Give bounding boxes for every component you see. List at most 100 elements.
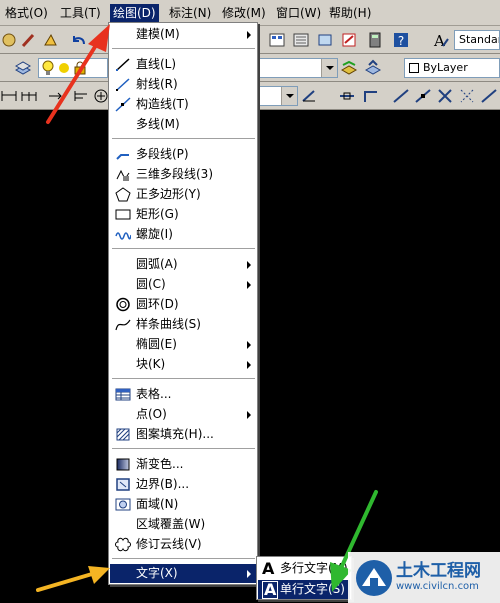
brush-icon[interactable] bbox=[20, 31, 38, 49]
tool-palette-icon[interactable] bbox=[292, 31, 310, 49]
dim-linear-icon[interactable] bbox=[0, 87, 18, 105]
draw-menu: 建模(M) 直线(L) 射线(R) 构造线(T) 多线(M) 多段线(P) 三维… bbox=[108, 22, 258, 585]
calculator-icon[interactable] bbox=[366, 31, 384, 49]
markup-icon[interactable] bbox=[340, 31, 358, 49]
make-current-icon[interactable] bbox=[340, 59, 358, 77]
menu-item-label: 三维多段线(3) bbox=[136, 167, 213, 181]
watermark-url: www.civilcn.com bbox=[396, 581, 479, 592]
menu-item-polyline[interactable]: 多段线(P) bbox=[110, 145, 257, 164]
snap-midpoint-icon[interactable] bbox=[362, 87, 380, 105]
polygon-icon bbox=[115, 187, 131, 202]
menu-item-line[interactable]: 直线(L) bbox=[110, 55, 257, 74]
menu-item-spline[interactable]: 样条曲线(S) bbox=[110, 315, 257, 334]
menu-separator bbox=[112, 248, 255, 250]
menu-item-label: 圆环(D) bbox=[136, 297, 179, 311]
submenu-arrow-icon bbox=[247, 570, 251, 578]
text-style-icon[interactable]: A bbox=[432, 31, 450, 49]
menu-item-label: 点(O) bbox=[136, 407, 167, 421]
menu-item-table[interactable]: 表格... bbox=[110, 385, 257, 404]
menu-separator bbox=[112, 138, 255, 140]
color-swatch bbox=[409, 63, 419, 73]
menu-item-label: 螺旋(I) bbox=[136, 227, 173, 241]
color-combo[interactable]: ByLayer bbox=[404, 58, 500, 78]
menu-item-label: 修订云线(V) bbox=[136, 537, 202, 551]
menu-separator bbox=[112, 378, 255, 380]
layer-manager-icon[interactable] bbox=[14, 59, 32, 77]
menu-item-xline[interactable]: 构造线(T) bbox=[110, 95, 257, 114]
open-icon[interactable] bbox=[0, 31, 18, 49]
menu-item-label: 图案填充(H)... bbox=[136, 427, 214, 441]
gradient-icon bbox=[116, 458, 130, 471]
text-style-value: Standar bbox=[459, 33, 500, 46]
menu-item-label: 直线(L) bbox=[136, 57, 177, 71]
menu-item-polygon[interactable]: 正多边形(Y) bbox=[110, 185, 257, 204]
menu-window[interactable]: 窗口(W) bbox=[273, 4, 324, 22]
menu-item-revcloud[interactable]: 修订云线(V) bbox=[110, 535, 257, 554]
dimstyle-combo[interactable] bbox=[258, 86, 298, 106]
menu-item-ray[interactable]: 射线(R) bbox=[110, 75, 257, 94]
menu-item-label: 文字(X) bbox=[136, 566, 178, 580]
snap-endpoint-icon[interactable] bbox=[338, 87, 356, 105]
menu-item-boundary[interactable]: 边界(B)... bbox=[110, 475, 257, 494]
submenu-arrow-icon bbox=[247, 261, 251, 269]
menu-item-helix[interactable]: 螺旋(I) bbox=[110, 225, 257, 244]
sheetset-icon[interactable] bbox=[316, 31, 334, 49]
menu-help[interactable]: 帮助(H) bbox=[326, 4, 374, 22]
snap-intersection-icon[interactable] bbox=[436, 87, 454, 105]
layer-list-combo[interactable] bbox=[258, 58, 338, 78]
snap-extension-icon[interactable] bbox=[480, 87, 498, 105]
dim-edit-icon[interactable] bbox=[300, 87, 318, 105]
menu-item-ellipse[interactable]: 椭圆(E) bbox=[110, 335, 257, 354]
menu-item-mline[interactable]: 多线(M) bbox=[110, 115, 257, 134]
menu-item-hatch[interactable]: 图案填充(H)... bbox=[110, 425, 257, 444]
snap-line-icon[interactable] bbox=[392, 87, 410, 105]
menu-item-label: 射线(R) bbox=[136, 77, 178, 91]
submenu-arrow-icon bbox=[247, 411, 251, 419]
menu-item-3dpoly[interactable]: 三维多段线(3) bbox=[110, 165, 257, 184]
revcloud-icon bbox=[115, 537, 131, 552]
layer-dropdown-arrow[interactable] bbox=[321, 59, 337, 77]
menu-item-label: 渐变色... bbox=[136, 457, 184, 471]
3dpoly-icon bbox=[116, 169, 130, 181]
watermark: 土木工程网 www.civilcn.com bbox=[348, 552, 500, 603]
menu-modify[interactable]: 修改(M) bbox=[219, 4, 269, 22]
menu-separator bbox=[112, 558, 255, 560]
menu-item-label: 边界(B)... bbox=[136, 477, 190, 491]
orange-arrow-icon bbox=[36, 566, 110, 592]
menu-item-label: 矩形(G) bbox=[136, 207, 179, 221]
submenu-arrow-icon bbox=[247, 31, 251, 39]
rectangle-icon bbox=[115, 209, 131, 220]
text-style-combo[interactable]: Standar bbox=[454, 30, 500, 50]
menu-item-label: 块(K) bbox=[136, 357, 166, 371]
help-icon[interactable]: ? bbox=[392, 31, 410, 49]
menu-item-block[interactable]: 块(K) bbox=[110, 355, 257, 374]
snap-perp-icon[interactable] bbox=[414, 87, 432, 105]
polyline-icon bbox=[116, 154, 129, 160]
svg-text:?: ? bbox=[398, 34, 404, 48]
menu-item-donut[interactable]: 圆环(D) bbox=[110, 295, 257, 314]
menu-item-arc[interactable]: 圆弧(A) bbox=[110, 255, 257, 274]
dimstyle-dropdown-arrow[interactable] bbox=[281, 87, 297, 105]
dim-continue-icon[interactable] bbox=[20, 87, 38, 105]
civilcn-logo-icon bbox=[356, 560, 392, 596]
menu-item-label: 圆(C) bbox=[136, 277, 166, 291]
menu-item-wipeout[interactable]: 区域覆盖(W) bbox=[110, 515, 257, 534]
menu-item-label: 构造线(T) bbox=[136, 97, 189, 111]
spline-icon bbox=[115, 319, 131, 331]
layer-previous-icon[interactable] bbox=[364, 59, 382, 77]
designcenter-icon[interactable] bbox=[268, 31, 286, 49]
menu-item-label: 表格... bbox=[136, 387, 172, 401]
menu-item-text[interactable]: 文字(X) bbox=[110, 564, 257, 583]
boundary-icon bbox=[116, 478, 130, 491]
menu-item-modeling[interactable]: 建模(M) bbox=[110, 25, 257, 44]
menu-item-gradient[interactable]: 渐变色... bbox=[110, 455, 257, 474]
menu-item-label: 样条曲线(S) bbox=[136, 317, 201, 331]
menu-item-point[interactable]: 点(O) bbox=[110, 405, 257, 424]
menu-item-label: 圆弧(A) bbox=[136, 257, 178, 271]
menu-dimension[interactable]: 标注(N) bbox=[166, 4, 214, 22]
menu-item-region[interactable]: 面域(N) bbox=[110, 495, 257, 514]
menu-item-rectangle[interactable]: 矩形(G) bbox=[110, 205, 257, 224]
submenu-arrow-icon bbox=[247, 341, 251, 349]
snap-apparent-icon[interactable] bbox=[458, 87, 476, 105]
menu-item-circle[interactable]: 圆(C) bbox=[110, 275, 257, 294]
